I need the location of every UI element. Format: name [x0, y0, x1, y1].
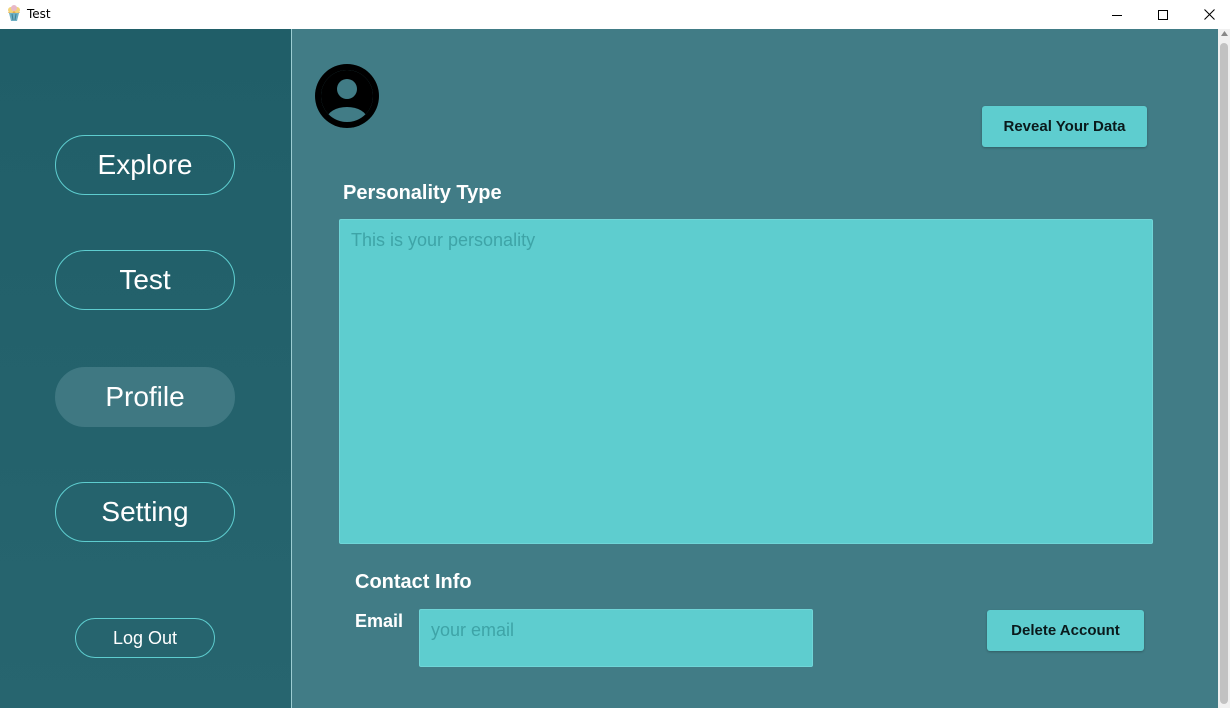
cupcake-app-icon	[6, 5, 22, 22]
personality-textarea[interactable]: This is your personality	[339, 219, 1153, 544]
close-button[interactable]	[1186, 0, 1230, 29]
profile-panel: Reveal Your Data Personality Type This i…	[292, 29, 1218, 708]
window-title: Test	[27, 7, 51, 21]
minimize-icon	[1112, 14, 1122, 16]
title-bar: Test	[0, 0, 1230, 29]
personality-type-heading: Personality Type	[343, 182, 502, 204]
minimize-button[interactable]	[1094, 0, 1140, 29]
sidebar: Explore Test Profile Setting Log Out	[0, 29, 291, 708]
maximize-button[interactable]	[1140, 0, 1186, 29]
user-avatar-icon	[315, 64, 379, 128]
reveal-data-button[interactable]: Reveal Your Data	[982, 106, 1147, 147]
scrollbar-thumb[interactable]	[1220, 43, 1228, 704]
scroll-up-arrow-icon[interactable]	[1218, 31, 1230, 41]
email-label: Email	[355, 611, 404, 631]
email-field[interactable]: your email	[419, 609, 813, 667]
close-icon	[1203, 9, 1215, 20]
delete-account-button[interactable]: Delete Account	[987, 610, 1144, 651]
sidebar-item-explore[interactable]: Explore	[55, 135, 235, 195]
sidebar-item-profile[interactable]: Profile	[55, 367, 235, 427]
vertical-scrollbar[interactable]	[1218, 29, 1230, 708]
sidebar-item-setting[interactable]: Setting	[55, 482, 235, 542]
contact-info-heading: Contact Info	[355, 571, 472, 593]
sidebar-item-test[interactable]: Test	[55, 250, 235, 310]
logout-button[interactable]: Log Out	[75, 618, 215, 658]
maximize-icon	[1158, 9, 1168, 20]
